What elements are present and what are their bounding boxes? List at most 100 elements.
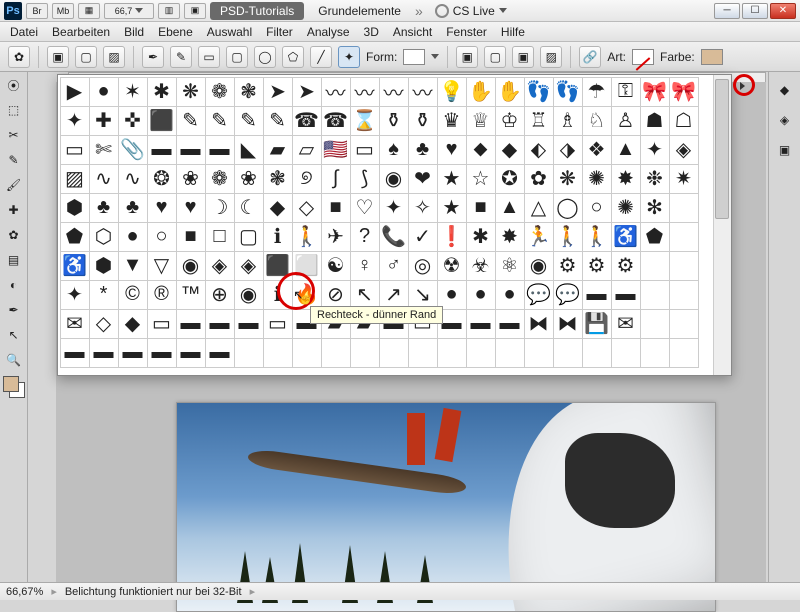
shape-cell[interactable]: ✺ (582, 164, 612, 194)
shape-cell[interactable] (553, 338, 583, 368)
shape-cell[interactable]: ⬥ (466, 135, 496, 165)
shape-cell[interactable]: 🎀 (669, 77, 699, 107)
shape-cell[interactable]: 👣 (524, 77, 554, 107)
shape-cell[interactable]: ♣ (89, 193, 119, 223)
shape-cell[interactable]: ♡ (350, 193, 380, 223)
bridge-button[interactable]: Br (26, 3, 48, 19)
shape-cell[interactable]: ▬ (582, 280, 612, 310)
menu-ebene[interactable]: Ebene (158, 25, 193, 39)
shape-cell[interactable]: ◈ (669, 135, 699, 165)
shape-cell[interactable]: ✋ (466, 77, 496, 107)
shape-cell[interactable]: ● (118, 222, 148, 252)
rectangle-button[interactable]: ▭ (198, 46, 220, 68)
pathop-exclude-button[interactable]: ▨ (540, 46, 562, 68)
shape-cell[interactable]: ⬛ (147, 106, 177, 136)
shape-cell[interactable]: ⬟ (640, 222, 670, 252)
shape-cell[interactable]: ◈ (234, 251, 264, 281)
shape-cell[interactable]: ■ (466, 193, 496, 223)
pen-tool[interactable]: ✒ (2, 298, 26, 322)
shape-cell[interactable]: ❁ (205, 164, 235, 194)
farbe-swatch[interactable] (701, 49, 723, 65)
shape-cell[interactable]: ♙ (611, 106, 641, 136)
shape-cell[interactable]: ☾ (234, 193, 264, 223)
shape-cell[interactable]: 💬 (553, 280, 583, 310)
window-minimize-button[interactable]: ─ (714, 3, 740, 19)
shape-cell[interactable]: ▭ (60, 135, 90, 165)
shape-cell[interactable]: ♖ (524, 106, 554, 136)
shape-cell[interactable]: ▭ (147, 309, 177, 339)
shape-cell[interactable] (524, 338, 554, 368)
rounded-rectangle-button[interactable]: ▢ (226, 46, 248, 68)
shape-cell[interactable]: 〰 (379, 77, 409, 107)
shape-cell[interactable]: ✿ (524, 164, 554, 194)
shape-cell[interactable]: ▲ (495, 193, 525, 223)
shape-cell[interactable]: ☂ (582, 77, 612, 107)
shape-cell[interactable]: ✱ (466, 222, 496, 252)
paths-panel-icon[interactable]: ▣ (773, 138, 797, 162)
shape-cell[interactable]: ▭ (350, 135, 380, 165)
view-extras-button[interactable]: ▦ (78, 3, 100, 19)
shape-cell[interactable]: ✻ (640, 193, 670, 223)
shape-cell[interactable]: ♥ (437, 135, 467, 165)
shape-cell[interactable]: □ (205, 222, 235, 252)
shape-cell[interactable] (321, 338, 351, 368)
shape-cell[interactable]: ▬ (118, 338, 148, 368)
shape-cell[interactable]: ✈ (321, 222, 351, 252)
shape-cell[interactable]: ♠ (379, 135, 409, 165)
shape-cell[interactable]: ◉ (524, 251, 554, 281)
shape-cell[interactable]: ● (89, 77, 119, 107)
shape-cell[interactable]: ★ (437, 193, 467, 223)
shape-cell[interactable]: ▬ (176, 309, 206, 339)
shape-cell[interactable]: 〰 (408, 77, 438, 107)
shape-cell[interactable]: ▼ (118, 251, 148, 281)
shape-cell[interactable] (466, 338, 496, 368)
shape-cell[interactable]: ◉ (379, 164, 409, 194)
shape-cell[interactable]: ▬ (89, 338, 119, 368)
ellipse-button[interactable]: ◯ (254, 46, 276, 68)
status-zoom[interactable]: 66,67% (6, 586, 43, 598)
shape-cell[interactable]: 📞 (379, 222, 409, 252)
shape-cell[interactable]: ⚙ (553, 251, 583, 281)
menu-bild[interactable]: Bild (124, 25, 144, 39)
shape-cell[interactable]: ✶ (118, 77, 148, 107)
shape-cell[interactable] (640, 280, 670, 310)
shape-cell[interactable]: ☽ (205, 193, 235, 223)
shape-cell[interactable]: ■ (176, 222, 206, 252)
healing-tool[interactable]: ✚ (2, 198, 26, 222)
shape-cell[interactable] (669, 338, 699, 368)
shape-cell[interactable]: ▬ (176, 135, 206, 165)
shape-cell[interactable]: ◆ (118, 309, 148, 339)
shape-cell[interactable]: ❀ (176, 164, 206, 194)
shape-cell[interactable]: ♿ (611, 222, 641, 252)
shape-cell[interactable] (379, 338, 409, 368)
mode-fill-pixels-button[interactable]: ▨ (103, 46, 125, 68)
shape-cell[interactable]: ⚿ (611, 77, 641, 107)
shape-cell[interactable]: ⚙ (582, 251, 612, 281)
shape-cell[interactable] (234, 338, 264, 368)
shape-cell[interactable]: ❗ (437, 222, 467, 252)
shape-cell[interactable]: ☢ (437, 251, 467, 281)
shape-cell[interactable]: ♣ (408, 135, 438, 165)
shape-cell[interactable]: ▬ (205, 309, 235, 339)
shape-cell[interactable]: ⬟ (60, 222, 90, 252)
shape-cell[interactable]: ⬖ (524, 135, 554, 165)
shape-cell[interactable]: ☗ (640, 106, 670, 136)
shape-cell[interactable]: ▶ (60, 77, 90, 107)
pathop-add-button[interactable]: ▣ (456, 46, 478, 68)
shape-cell[interactable]: ★ (437, 164, 467, 194)
layers-panel-icon[interactable]: ◆ (773, 78, 797, 102)
picker-flyout-button[interactable] (736, 80, 748, 92)
shape-cell[interactable]: ♔ (495, 106, 525, 136)
shape-cell[interactable]: ℹ (263, 222, 293, 252)
menu-filter[interactable]: Filter (266, 25, 293, 39)
shape-cell[interactable]: 🚶 (582, 222, 612, 252)
shape-cell[interactable]: ® (147, 280, 177, 310)
shape-cell[interactable]: ✚ (89, 106, 119, 136)
shape-cell[interactable] (263, 338, 293, 368)
shape-cell[interactable]: ⬜ (292, 251, 322, 281)
pathop-intersect-button[interactable]: ▣ (512, 46, 534, 68)
shape-cell[interactable]: ❃ (263, 164, 293, 194)
shape-cell[interactable]: ♘ (582, 106, 612, 136)
shape-cell[interactable]: ♣ (118, 193, 148, 223)
shape-cell[interactable]: 🔥 (292, 280, 322, 310)
